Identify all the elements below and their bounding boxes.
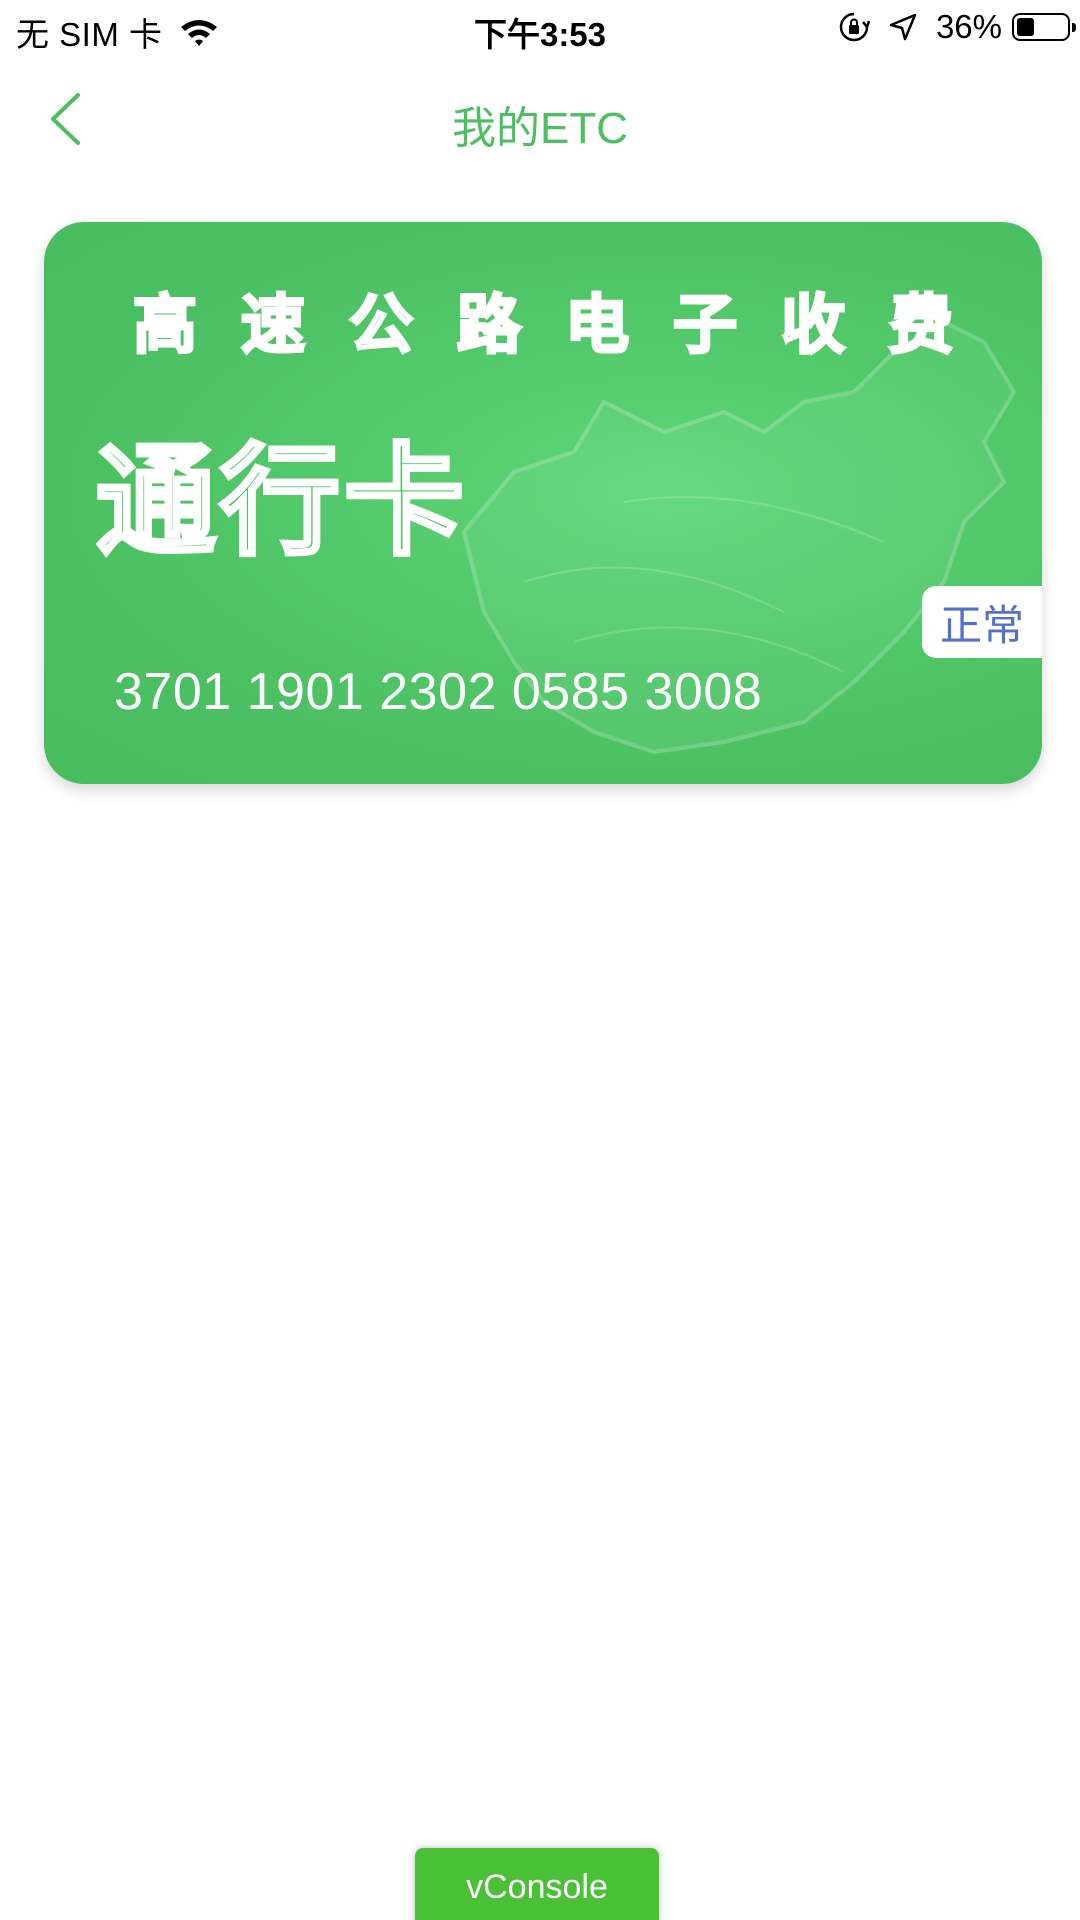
etc-page: 无 SIM 卡 下午3:53 36% 我的ETC 高 速 公 路 电 子 收 费… — [0, 0, 1080, 1920]
etc-card[interactable]: 高 速 公 路 电 子 收 费 通行卡 3701 1901 2302 0585 … — [44, 222, 1042, 784]
vconsole-button[interactable]: vConsole — [415, 1848, 659, 1920]
status-right: 36% — [838, 8, 1076, 46]
page-title: 我的ETC — [452, 104, 628, 153]
card-number: 3701 1901 2302 0585 3008 — [114, 663, 763, 721]
card-heading-char: 公 — [348, 288, 415, 363]
card-heading-char: 高 — [132, 288, 199, 363]
card-heading-char: 收 — [780, 288, 847, 363]
status-bar: 无 SIM 卡 下午3:53 36% — [0, 0, 1080, 54]
battery-icon — [1012, 13, 1076, 41]
card-status-badge: 正常 — [922, 586, 1042, 658]
card-type-label: 通行卡 — [94, 435, 468, 569]
location-icon — [889, 13, 917, 41]
battery-fill — [1017, 18, 1034, 36]
battery-percent: 36% — [935, 8, 1002, 45]
orientation-lock-icon — [839, 12, 870, 42]
card-heading-char: 子 — [672, 288, 739, 363]
card-heading-char: 电 — [564, 288, 631, 363]
card-heading-char: 路 — [456, 288, 523, 363]
nav-bar: 我的ETC — [0, 54, 1080, 182]
card-heading-char: 费 — [888, 288, 955, 363]
card-heading-char: 速 — [240, 288, 307, 363]
card-heading: 高 速 公 路 电 子 收 费 — [44, 274, 1042, 366]
battery-cap — [1072, 23, 1076, 32]
